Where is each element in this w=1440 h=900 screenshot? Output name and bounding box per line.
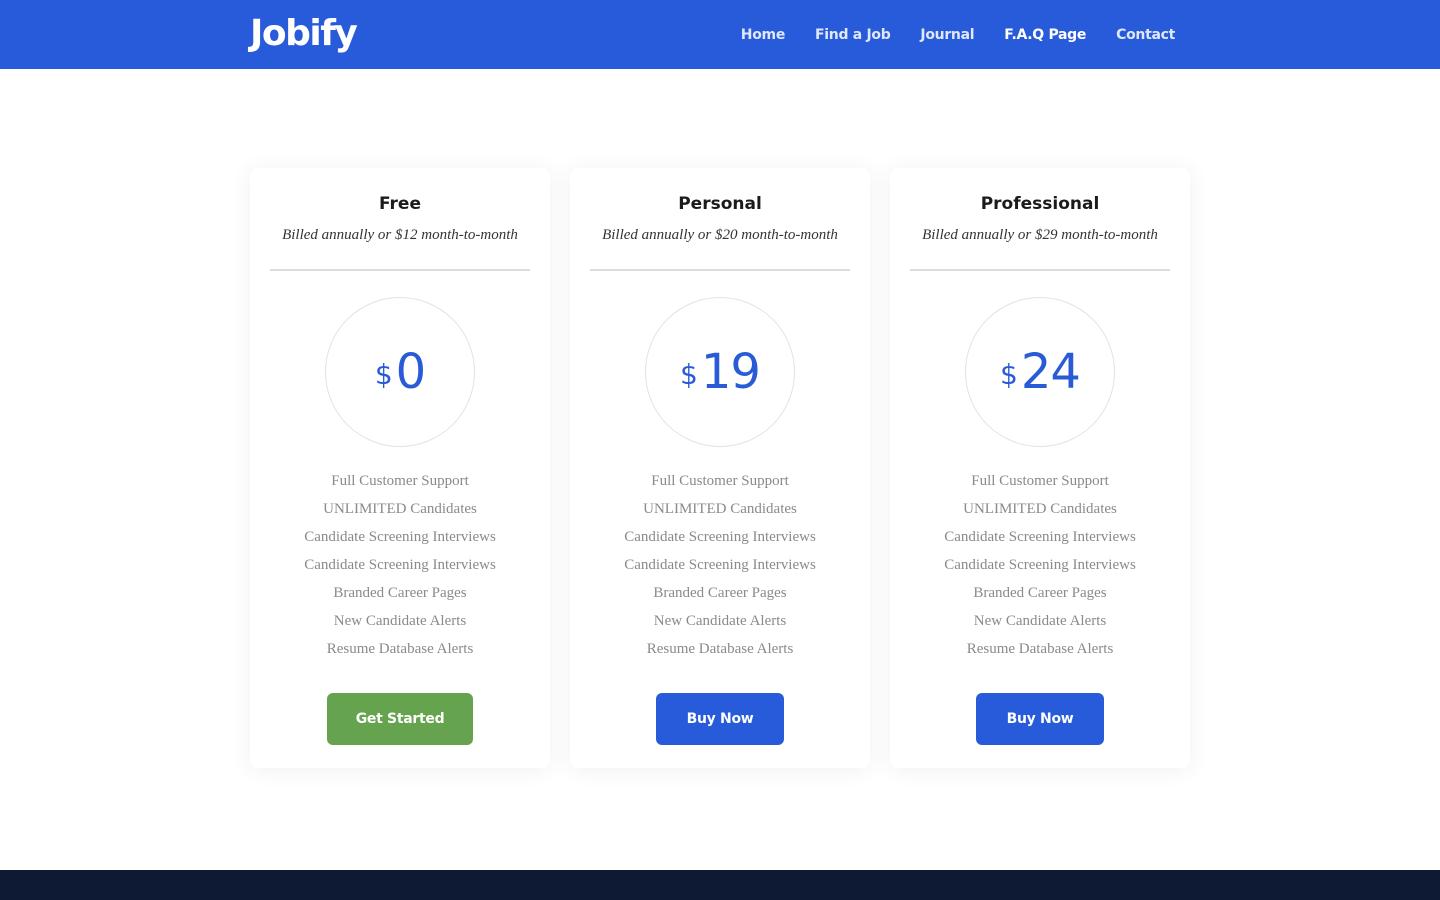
price-amount: 0 <box>395 344 427 400</box>
feature-list: Full Customer Support UNLIMITED Candidat… <box>250 469 550 665</box>
currency-symbol: $ <box>374 357 393 391</box>
site-footer <box>0 870 1440 900</box>
price-circle: $ 24 <box>965 297 1115 447</box>
feature-item: New Candidate Alerts <box>653 613 787 629</box>
feature-item: Resume Database Alerts <box>326 641 474 657</box>
main-nav: Home Find a Job Journal F.A.Q Page Conta… <box>741 0 1176 69</box>
feature-item: Candidate Screening Interviews <box>304 529 496 545</box>
pricing-card-personal: Personal Billed annually or $20 month-to… <box>570 168 870 768</box>
currency-symbol: $ <box>680 357 698 391</box>
price-circle: $ 0 <box>325 297 475 447</box>
buy-now-button[interactable]: Buy Now <box>656 693 784 745</box>
price-circle: $ 19 <box>645 297 795 447</box>
feature-item: New Candidate Alerts <box>333 613 467 629</box>
feature-item: Resume Database Alerts <box>966 641 1114 657</box>
divider <box>270 269 530 271</box>
feature-item: Branded Career Pages <box>333 585 467 601</box>
feature-item: UNLIMITED Candidates <box>963 501 1117 517</box>
feature-item: Candidate Screening Interviews <box>304 557 496 573</box>
nav-journal[interactable]: Journal <box>920 27 974 43</box>
nav-find-a-job[interactable]: Find a Job <box>815 27 891 43</box>
feature-item: Branded Career Pages <box>653 585 787 601</box>
currency-symbol: $ <box>1000 357 1018 391</box>
plan-billing: Billed annually or $20 month-to-month <box>602 227 838 243</box>
feature-item: Candidate Screening Interviews <box>624 529 816 545</box>
pricing-card-free: Free Billed annually or $12 month-to-mon… <box>250 168 550 768</box>
feature-item: Full Customer Support <box>331 473 469 489</box>
pricing-cards: Free Billed annually or $12 month-to-mon… <box>250 168 1190 768</box>
feature-list: Full Customer Support UNLIMITED Candidat… <box>570 469 870 665</box>
divider <box>910 269 1170 271</box>
price-amount: 19 <box>700 344 761 400</box>
feature-item: Candidate Screening Interviews <box>624 557 816 573</box>
plan-name: Personal <box>678 194 762 214</box>
feature-item: Branded Career Pages <box>973 585 1107 601</box>
site-header: Jobify Home Find a Job Journal F.A.Q Pag… <box>0 0 1440 69</box>
nav-contact[interactable]: Contact <box>1116 27 1175 43</box>
get-started-button[interactable]: Get Started <box>327 693 473 745</box>
divider <box>590 269 850 271</box>
plan-name: Free <box>379 194 421 214</box>
plan-billing: Billed annually or $29 month-to-month <box>922 227 1158 243</box>
site-logo[interactable]: Jobify <box>250 14 358 54</box>
feature-item: Candidate Screening Interviews <box>944 557 1136 573</box>
feature-item: Candidate Screening Interviews <box>944 529 1136 545</box>
feature-item: New Candidate Alerts <box>973 613 1107 629</box>
plan-billing: Billed annually or $12 month-to-month <box>282 227 518 243</box>
feature-item: UNLIMITED Candidates <box>323 501 477 517</box>
feature-item: Resume Database Alerts <box>646 641 794 657</box>
feature-list: Full Customer Support UNLIMITED Candidat… <box>890 469 1190 665</box>
feature-item: Full Customer Support <box>651 473 789 489</box>
feature-item: Full Customer Support <box>971 473 1109 489</box>
plan-name: Professional <box>980 194 1100 214</box>
pricing-card-professional: Professional Billed annually or $29 mont… <box>890 168 1190 768</box>
nav-home[interactable]: Home <box>741 27 786 43</box>
feature-item: UNLIMITED Candidates <box>643 501 797 517</box>
price-amount: 24 <box>1020 344 1081 400</box>
nav-faq-page[interactable]: F.A.Q Page <box>1004 27 1086 43</box>
buy-now-button[interactable]: Buy Now <box>976 693 1104 745</box>
